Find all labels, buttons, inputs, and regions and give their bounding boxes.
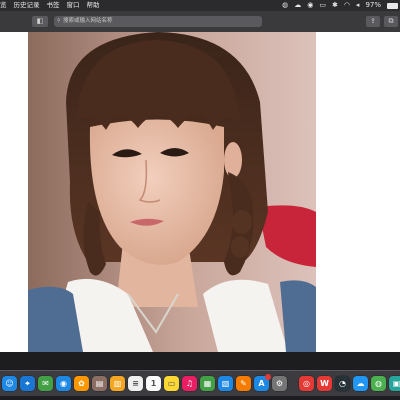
app-menus: 览 历史记录 书签 窗口 帮助 xyxy=(0,0,100,11)
dock-app-messages[interactable]: ✉ xyxy=(38,376,53,391)
dock-app-numbers[interactable]: ▦ xyxy=(200,376,215,391)
dock-app-qq[interactable]: ◉ xyxy=(56,376,71,391)
notification-badge xyxy=(265,374,271,380)
sidebar-toggle-icon: ◧ xyxy=(36,17,44,25)
browser-toolbar: ◧ ⚲ 搜索或输入网站名称 ⇪ ⧉ xyxy=(0,11,400,33)
menu-window[interactable]: 窗口 xyxy=(67,0,80,11)
notebook-icon: ▥ xyxy=(113,379,122,388)
dock-app-music[interactable]: ♫ xyxy=(182,376,197,391)
new-tab-button[interactable]: ⧉ xyxy=(384,16,398,27)
keynote-icon: ▧ xyxy=(221,379,230,388)
dock: ☺ ⌖ ✉ ◉ ✿ ▤ ▥ ≡ 1 ▭ ♫ ▦ ▧ ✎ A ⚙ ◎ W ◔ ☁ ◍ ▣ xyxy=(0,370,400,396)
wechat-icon: ◍ xyxy=(375,379,382,388)
qq-status-icon[interactable]: ◉ xyxy=(307,0,313,11)
dock-app-baidu-netdisk[interactable]: ☁ xyxy=(353,376,368,391)
dock-app-notes[interactable]: ▤ xyxy=(92,376,107,391)
status-area: ◍ ☁ ◉ ▭ ✱ ◠ ◂ 97% xyxy=(282,0,398,11)
share-button[interactable]: ⇪ xyxy=(366,16,380,27)
dock-app-system-preferences[interactable]: ⚙ xyxy=(272,376,287,391)
numbers-icon: ▦ xyxy=(203,379,212,388)
portrait-photo xyxy=(28,32,316,352)
menu-history[interactable]: 历史记录 xyxy=(14,0,40,11)
cloud-status-icon[interactable]: ☁ xyxy=(294,0,301,11)
dock-app-stickies[interactable]: ▭ xyxy=(164,376,179,391)
finder-icon: ☺ xyxy=(5,379,14,388)
bluetooth-icon[interactable]: ✱ xyxy=(332,0,338,11)
dock-app-calendar[interactable]: 1 xyxy=(146,376,161,391)
music-icon: ♫ xyxy=(185,379,194,388)
menu-bookmarks[interactable]: 书签 xyxy=(47,0,60,11)
calendar-icon: 1 xyxy=(150,379,157,388)
address-bar[interactable]: ⚲ 搜索或输入网站名称 xyxy=(54,16,262,27)
dock-app-safari[interactable]: ⌖ xyxy=(20,376,35,391)
address-text: 搜索或输入网站名称 xyxy=(63,18,113,24)
new-tab-icon: ⧉ xyxy=(388,17,394,25)
system-preferences-icon: ⚙ xyxy=(275,379,284,388)
wps-icon: W xyxy=(320,379,329,388)
share-icon: ⇪ xyxy=(370,17,376,25)
dock-app-app-store[interactable]: A xyxy=(254,374,271,391)
reminders-icon: ≡ xyxy=(132,379,139,388)
dock-app-wechat[interactable]: ◍ xyxy=(371,376,386,391)
dock-app-keynote[interactable]: ▧ xyxy=(218,376,233,391)
chrome-icon: ◎ xyxy=(303,379,310,388)
portrait-illustration xyxy=(28,32,316,352)
search-icon: ⚲ xyxy=(57,18,61,24)
dock-app-notebook[interactable]: ▥ xyxy=(110,376,125,391)
dock-app-pages[interactable]: ✎ xyxy=(236,376,251,391)
dock-app-photos[interactable]: ✿ xyxy=(74,376,89,391)
battery-icon[interactable] xyxy=(387,2,398,9)
pages-icon: ✎ xyxy=(240,379,247,388)
volume-icon[interactable]: ◂ xyxy=(356,0,360,11)
menu-bar: 览 历史记录 书签 窗口 帮助 ◍ ☁ ◉ ▭ ✱ ◠ ◂ 97% xyxy=(0,0,400,11)
dock-app-reminders[interactable]: ≡ xyxy=(128,376,143,391)
page-content xyxy=(0,32,400,352)
menu-view-fragment[interactable]: 览 xyxy=(0,0,7,11)
notes-icon: ▤ xyxy=(95,379,104,388)
dock-app-chrome[interactable]: ◎ xyxy=(299,376,314,391)
dock-app-finder[interactable]: ☺ xyxy=(2,376,17,391)
more-icon: ▣ xyxy=(392,379,400,388)
photos-icon: ✿ xyxy=(78,379,85,388)
safari-icon: ⌖ xyxy=(25,379,30,388)
dock-app-more[interactable]: ▣ xyxy=(389,376,400,391)
dock-app-wps[interactable]: W xyxy=(317,376,332,391)
wechat-status-icon[interactable]: ◍ xyxy=(282,0,288,11)
qq-icon: ◉ xyxy=(60,379,67,388)
baidu-netdisk-icon: ☁ xyxy=(356,379,365,388)
airplay-icon[interactable]: ▭ xyxy=(319,0,326,11)
quicktime-icon: ◔ xyxy=(339,379,346,388)
messages-icon: ✉ xyxy=(42,379,49,388)
menu-help[interactable]: 帮助 xyxy=(87,0,100,11)
wifi-icon[interactable]: ◠ xyxy=(344,0,350,11)
battery-percent[interactable]: 97% xyxy=(365,0,381,11)
dock-app-quicktime[interactable]: ◔ xyxy=(335,376,350,391)
sidebar-toggle-button[interactable]: ◧ xyxy=(32,16,48,27)
stickies-icon: ▭ xyxy=(167,379,176,388)
